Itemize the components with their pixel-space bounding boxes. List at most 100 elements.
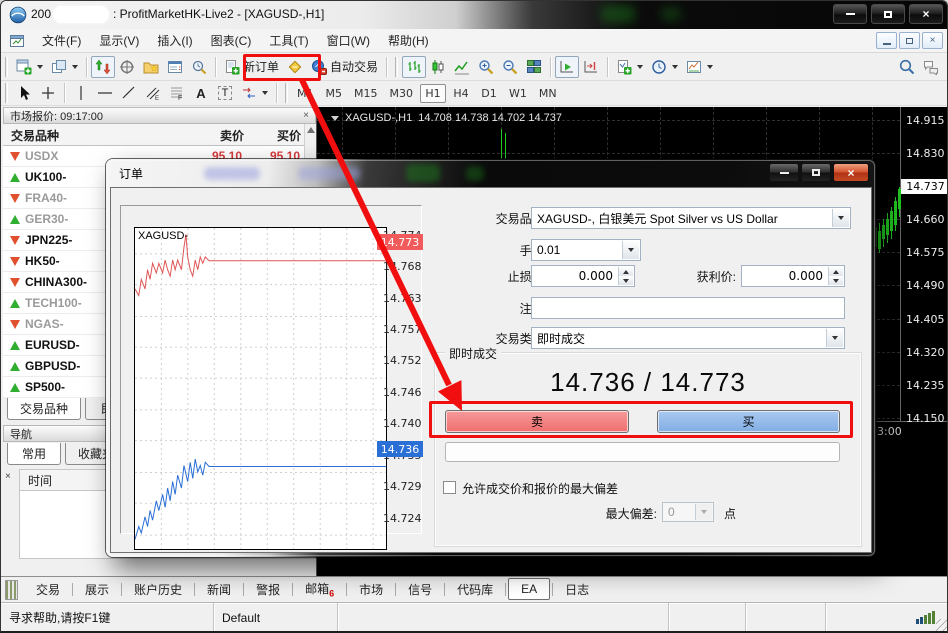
tab-market-watch-symbols[interactable]: 交易品种	[7, 398, 81, 420]
max-deviation-checkbox[interactable]	[443, 481, 456, 494]
tile-windows-button[interactable]	[522, 56, 546, 78]
timeframe-M15[interactable]: M15	[349, 84, 383, 103]
menu-item[interactable]: 工具(T)	[260, 31, 317, 51]
chat-icon[interactable]	[923, 59, 939, 75]
profiles-button[interactable]	[47, 56, 82, 78]
volume-combo[interactable]: 0.01	[531, 239, 641, 261]
trendline-tool-button[interactable]	[117, 82, 141, 104]
search-icon[interactable]	[899, 59, 915, 75]
zoom-in-button[interactable]	[474, 56, 498, 78]
mdi-restore-button[interactable]	[899, 32, 920, 49]
timeframe-W1[interactable]: W1	[504, 84, 532, 103]
scroll-up-icon[interactable]	[307, 127, 315, 133]
terminal-tab-交易[interactable]: 交易	[26, 578, 70, 601]
timeframe-M5[interactable]: M5	[321, 84, 348, 103]
text-label-tool-button[interactable]: T	[213, 82, 237, 104]
terminal-tab-日志[interactable]: 日志	[555, 578, 599, 601]
max-deviation-select[interactable]: 0	[662, 502, 714, 522]
chevron-down-icon[interactable]	[826, 329, 843, 347]
strategy-tester-button[interactable]	[187, 56, 211, 78]
navigator-toggle-button[interactable]	[139, 56, 163, 78]
terminal-tab-邮箱[interactable]: 邮箱6	[295, 577, 344, 601]
spin-up-icon[interactable]	[833, 270, 839, 274]
terminal-tab-展示[interactable]: 展示	[75, 578, 119, 601]
terminal-tab-代码库[interactable]: 代码库	[447, 578, 503, 601]
market-watch-header[interactable]: 市场报价: 09:17:00 ×	[3, 107, 316, 124]
vertical-line-tool-button[interactable]	[69, 82, 93, 104]
toolbar-grip[interactable]	[5, 83, 8, 103]
arrows-tool-button[interactable]	[237, 82, 272, 104]
comment-input[interactable]	[531, 297, 845, 319]
market-watch-toggle-button[interactable]	[91, 56, 115, 78]
zoom-out-button[interactable]	[498, 56, 522, 78]
close-icon[interactable]: ×	[5, 471, 11, 482]
spin-down-icon[interactable]	[623, 279, 629, 283]
dialog-close-button[interactable]: ×	[833, 163, 869, 182]
terminal-tab-警报[interactable]: 警报	[246, 578, 290, 601]
close-icon[interactable]: ×	[303, 111, 309, 121]
menu-item[interactable]: 图表(C)	[202, 31, 261, 51]
stoploss-spinner[interactable]: 0.000	[531, 265, 635, 287]
spinner-buttons[interactable]	[828, 267, 843, 285]
timeframe-MN[interactable]: MN	[534, 84, 562, 103]
chevron-down-icon[interactable]	[832, 209, 849, 227]
menu-item[interactable]: 显示(V)	[90, 31, 148, 51]
maximize-button[interactable]	[871, 4, 905, 24]
dock-handle-icon[interactable]	[5, 580, 18, 600]
close-button[interactable]: ×	[909, 4, 943, 24]
tab-navigator-common[interactable]: 常用	[7, 443, 61, 465]
timeframe-H1[interactable]: H1	[420, 84, 446, 103]
order-type-select[interactable]: 即时成交	[531, 327, 845, 349]
templates-button[interactable]	[682, 56, 717, 78]
dialog-restore-button[interactable]	[801, 163, 831, 182]
toolbar-grip[interactable]	[5, 57, 8, 77]
title-bar[interactable]: 200 : ProfitMarketHK-Live2 - [XAGUSD-,H1…	[1, 1, 948, 29]
timeframe-M1[interactable]: M1	[292, 84, 319, 103]
cursor-tool-button[interactable]	[12, 82, 36, 104]
timeframe-M30[interactable]: M30	[385, 84, 419, 103]
new-chart-button[interactable]	[12, 56, 47, 78]
terminal-tab-EA[interactable]: EA	[508, 578, 550, 600]
terminal-tab-账户历史[interactable]: 账户历史	[124, 578, 192, 601]
menu-item[interactable]: 窗口(W)	[318, 31, 379, 51]
mdi-minimize-button[interactable]	[876, 32, 897, 49]
bar-chart-button[interactable]	[402, 56, 426, 78]
text-tool-button[interactable]: A	[189, 82, 213, 104]
indicators-button[interactable]	[612, 56, 647, 78]
terminal-tab-市场[interactable]: 市场	[349, 578, 393, 601]
crosshair-tool-button[interactable]	[36, 82, 60, 104]
menu-item[interactable]: 插入(I)	[148, 31, 201, 51]
toolbar-grip[interactable]	[395, 57, 398, 77]
chevron-down-icon[interactable]	[622, 241, 639, 259]
fibonacci-tool-button[interactable]: F	[165, 82, 189, 104]
dialog-minimize-button[interactable]	[769, 163, 799, 182]
price-scale-label: 14.660	[906, 213, 948, 226]
chart-shift-button[interactable]	[579, 56, 603, 78]
menu-item[interactable]: 文件(F)	[33, 31, 90, 51]
candlestick-chart-button[interactable]	[426, 56, 450, 78]
spin-up-icon[interactable]	[623, 270, 629, 274]
column-symbol: 交易品种	[11, 127, 59, 144]
terminal-tab-新闻[interactable]: 新闻	[197, 578, 241, 601]
timeframe-D1[interactable]: D1	[476, 84, 502, 103]
mdi-close-button[interactable]: ×	[922, 32, 943, 49]
spinner-buttons[interactable]	[618, 267, 633, 285]
menu-item[interactable]: 帮助(H)	[379, 31, 438, 51]
auto-scroll-button[interactable]	[555, 56, 579, 78]
data-window-toggle-button[interactable]	[115, 56, 139, 78]
resize-grip[interactable]	[936, 619, 948, 632]
terminal-tab-信号[interactable]: 信号	[398, 578, 442, 601]
minimize-button[interactable]	[833, 4, 867, 24]
timeframe-H4[interactable]: H4	[448, 84, 474, 103]
channel-tool-button[interactable]: E	[141, 82, 165, 104]
terminal-toggle-button[interactable]	[163, 56, 187, 78]
spin-down-icon[interactable]	[833, 279, 839, 283]
status-profile-cell[interactable]: Default	[214, 603, 338, 632]
periods-button[interactable]	[647, 56, 682, 78]
tab-separator	[243, 583, 244, 596]
symbol-select[interactable]: XAGUSD-, 白银美元 Spot Silver vs US Dollar	[531, 207, 851, 229]
line-chart-button[interactable]	[450, 56, 474, 78]
horizontal-line-tool-button[interactable]	[93, 82, 117, 104]
toolbar-grip[interactable]	[285, 83, 288, 103]
takeprofit-spinner[interactable]: 0.000	[741, 265, 845, 287]
